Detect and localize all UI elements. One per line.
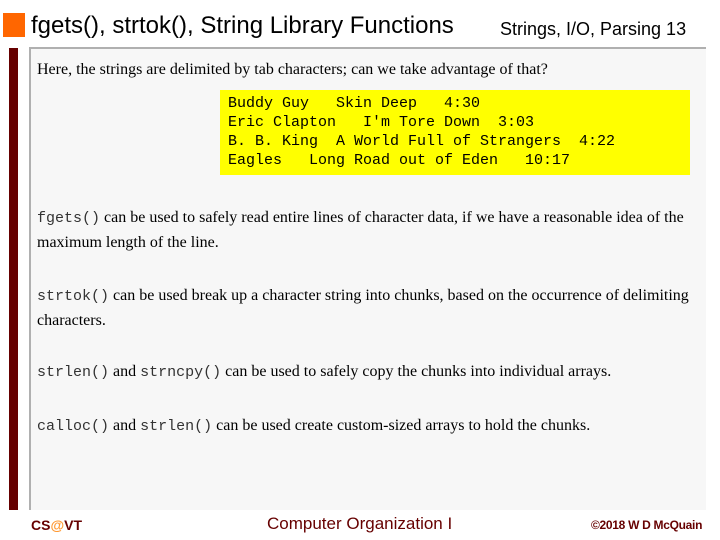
paragraph-text: can be used break up a character string …: [37, 287, 689, 329]
paragraph-text: can be used to safely read entire lines …: [37, 209, 684, 251]
code-term: fgets(): [37, 210, 101, 227]
footer-logo-suffix: VT: [64, 517, 82, 533]
footer-copyright: ©2018 W D McQuain: [591, 518, 703, 532]
code-line: B. B. King A World Full of Strangers 4:2…: [228, 133, 616, 150]
intro-text: Here, the strings are delimited by tab c…: [37, 61, 548, 78]
slide-subtitle: Strings, I/O, Parsing 13: [500, 19, 687, 39]
paragraph-strtok: strtok() can be used break up a characte…: [37, 284, 702, 333]
code-term: strncpy(): [140, 364, 222, 381]
code-term: strtok(): [37, 288, 110, 305]
footer-logo: CS@VT: [31, 517, 82, 533]
footer-course-title: Computer Organization I: [267, 514, 453, 533]
footer-logo-at: @: [50, 517, 65, 533]
code-term: strlen(): [37, 364, 110, 381]
left-accent-bar: [9, 48, 18, 510]
code-sample-box: Buddy Guy Skin Deep 4:30 Eric Clapton I'…: [220, 90, 690, 175]
footer-logo-prefix: CS: [31, 517, 51, 533]
title-accent-square: [3, 13, 25, 37]
paragraph-text: can be used create custom-sized arrays t…: [212, 417, 591, 434]
paragraph-fgets: fgets() can be used to safely read entir…: [37, 206, 702, 255]
paragraph-strlen-strncpy: strlen() and strncpy() can be used to sa…: [37, 360, 702, 385]
code-line: Eagles Long Road out of Eden 10:17: [228, 152, 571, 169]
paragraph-text: can be used to safely copy the chunks in…: [221, 363, 612, 380]
code-term: strlen(): [140, 418, 213, 435]
slide-title: fgets(), strtok(), String Library Functi…: [31, 12, 454, 39]
paragraph-text: and: [109, 417, 141, 434]
code-term: calloc(): [37, 418, 110, 435]
code-line: Buddy Guy Skin Deep 4:30: [228, 95, 481, 112]
code-line: Eric Clapton I'm Tore Down 3:03: [228, 114, 535, 131]
paragraph-text: and: [109, 363, 141, 380]
paragraph-calloc-strlen: calloc() and strlen() can be used create…: [37, 414, 702, 439]
